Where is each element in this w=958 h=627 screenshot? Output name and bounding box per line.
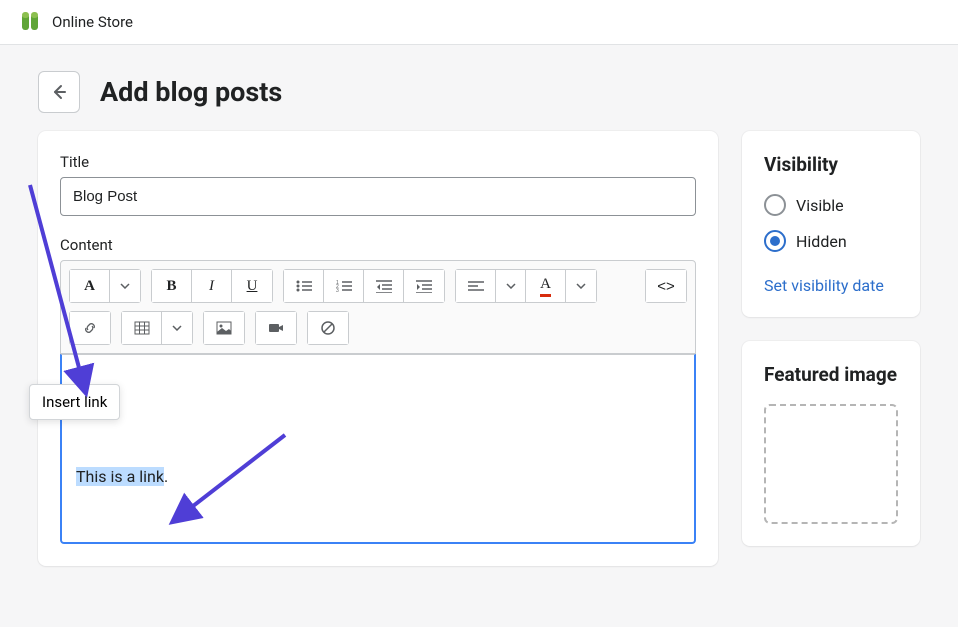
content-label: Content — [60, 236, 696, 254]
text-color-dropdown-caret[interactable] — [566, 270, 596, 302]
page-header: Add blog posts — [0, 45, 958, 131]
tooltip-insert-link: Insert link — [29, 384, 120, 420]
format-dropdown[interactable]: A — [70, 270, 110, 302]
align-dropdown-caret[interactable] — [496, 270, 526, 302]
indent-icon — [416, 279, 432, 293]
bullet-list-button[interactable] — [284, 270, 324, 302]
app-logo-icon — [18, 10, 42, 34]
featured-image-heading: Featured image — [764, 363, 898, 386]
visibility-card: Visibility Visible Hidden Set visibility… — [742, 131, 920, 317]
insert-link-button[interactable] — [70, 312, 110, 344]
outdent-icon — [376, 279, 392, 293]
arrow-left-icon — [49, 82, 69, 102]
svg-text:3: 3 — [336, 288, 339, 293]
title-label: Title — [60, 153, 696, 171]
visibility-option-hidden[interactable]: Hidden — [764, 230, 898, 252]
code-view-button[interactable]: <> — [646, 270, 686, 302]
numbered-list-icon: 123 — [336, 279, 352, 293]
visibility-option-visible[interactable]: Visible — [764, 194, 898, 216]
align-left-icon — [468, 280, 484, 292]
text-color-button[interactable]: A — [526, 270, 566, 302]
visibility-heading: Visibility — [764, 153, 898, 176]
outdent-button[interactable] — [364, 270, 404, 302]
video-icon — [268, 322, 284, 334]
no-entry-icon — [320, 320, 336, 336]
indent-button[interactable] — [404, 270, 444, 302]
chevron-down-icon — [172, 325, 182, 331]
bullet-list-icon — [296, 279, 312, 293]
content-editor[interactable]: This is a link. — [60, 354, 696, 544]
chevron-down-icon — [576, 283, 586, 289]
insert-image-button[interactable] — [204, 312, 244, 344]
page-title: Add blog posts — [100, 76, 282, 108]
format-dropdown-caret[interactable] — [110, 270, 140, 302]
topbar-title: Online Store — [52, 13, 133, 31]
set-visibility-date-link[interactable]: Set visibility date — [764, 276, 884, 295]
bold-button[interactable]: B — [152, 270, 192, 302]
numbered-list-button[interactable]: 123 — [324, 270, 364, 302]
radio-icon-checked — [764, 230, 786, 252]
align-button[interactable] — [456, 270, 496, 302]
italic-button[interactable]: I — [192, 270, 232, 302]
image-icon — [216, 321, 232, 335]
chevron-down-icon — [120, 283, 130, 289]
underline-button[interactable]: U — [232, 270, 272, 302]
back-button[interactable] — [38, 71, 80, 113]
featured-image-card: Featured image — [742, 341, 920, 546]
editor-toolbar: A B I U 123 — [60, 260, 696, 354]
chevron-down-icon — [506, 283, 516, 289]
title-input[interactable] — [60, 177, 696, 216]
clear-formatting-button[interactable] — [308, 312, 348, 344]
image-dropzone[interactable] — [764, 404, 898, 524]
table-dropdown-caret[interactable] — [162, 312, 192, 344]
radio-icon — [764, 194, 786, 216]
topbar: Online Store — [0, 0, 958, 45]
selected-text: This is a link — [76, 467, 164, 486]
insert-table-button[interactable] — [122, 312, 162, 344]
link-icon — [82, 320, 98, 336]
main-card: Title Content A B I U — [38, 131, 718, 566]
table-icon — [134, 321, 150, 335]
insert-video-button[interactable] — [256, 312, 296, 344]
